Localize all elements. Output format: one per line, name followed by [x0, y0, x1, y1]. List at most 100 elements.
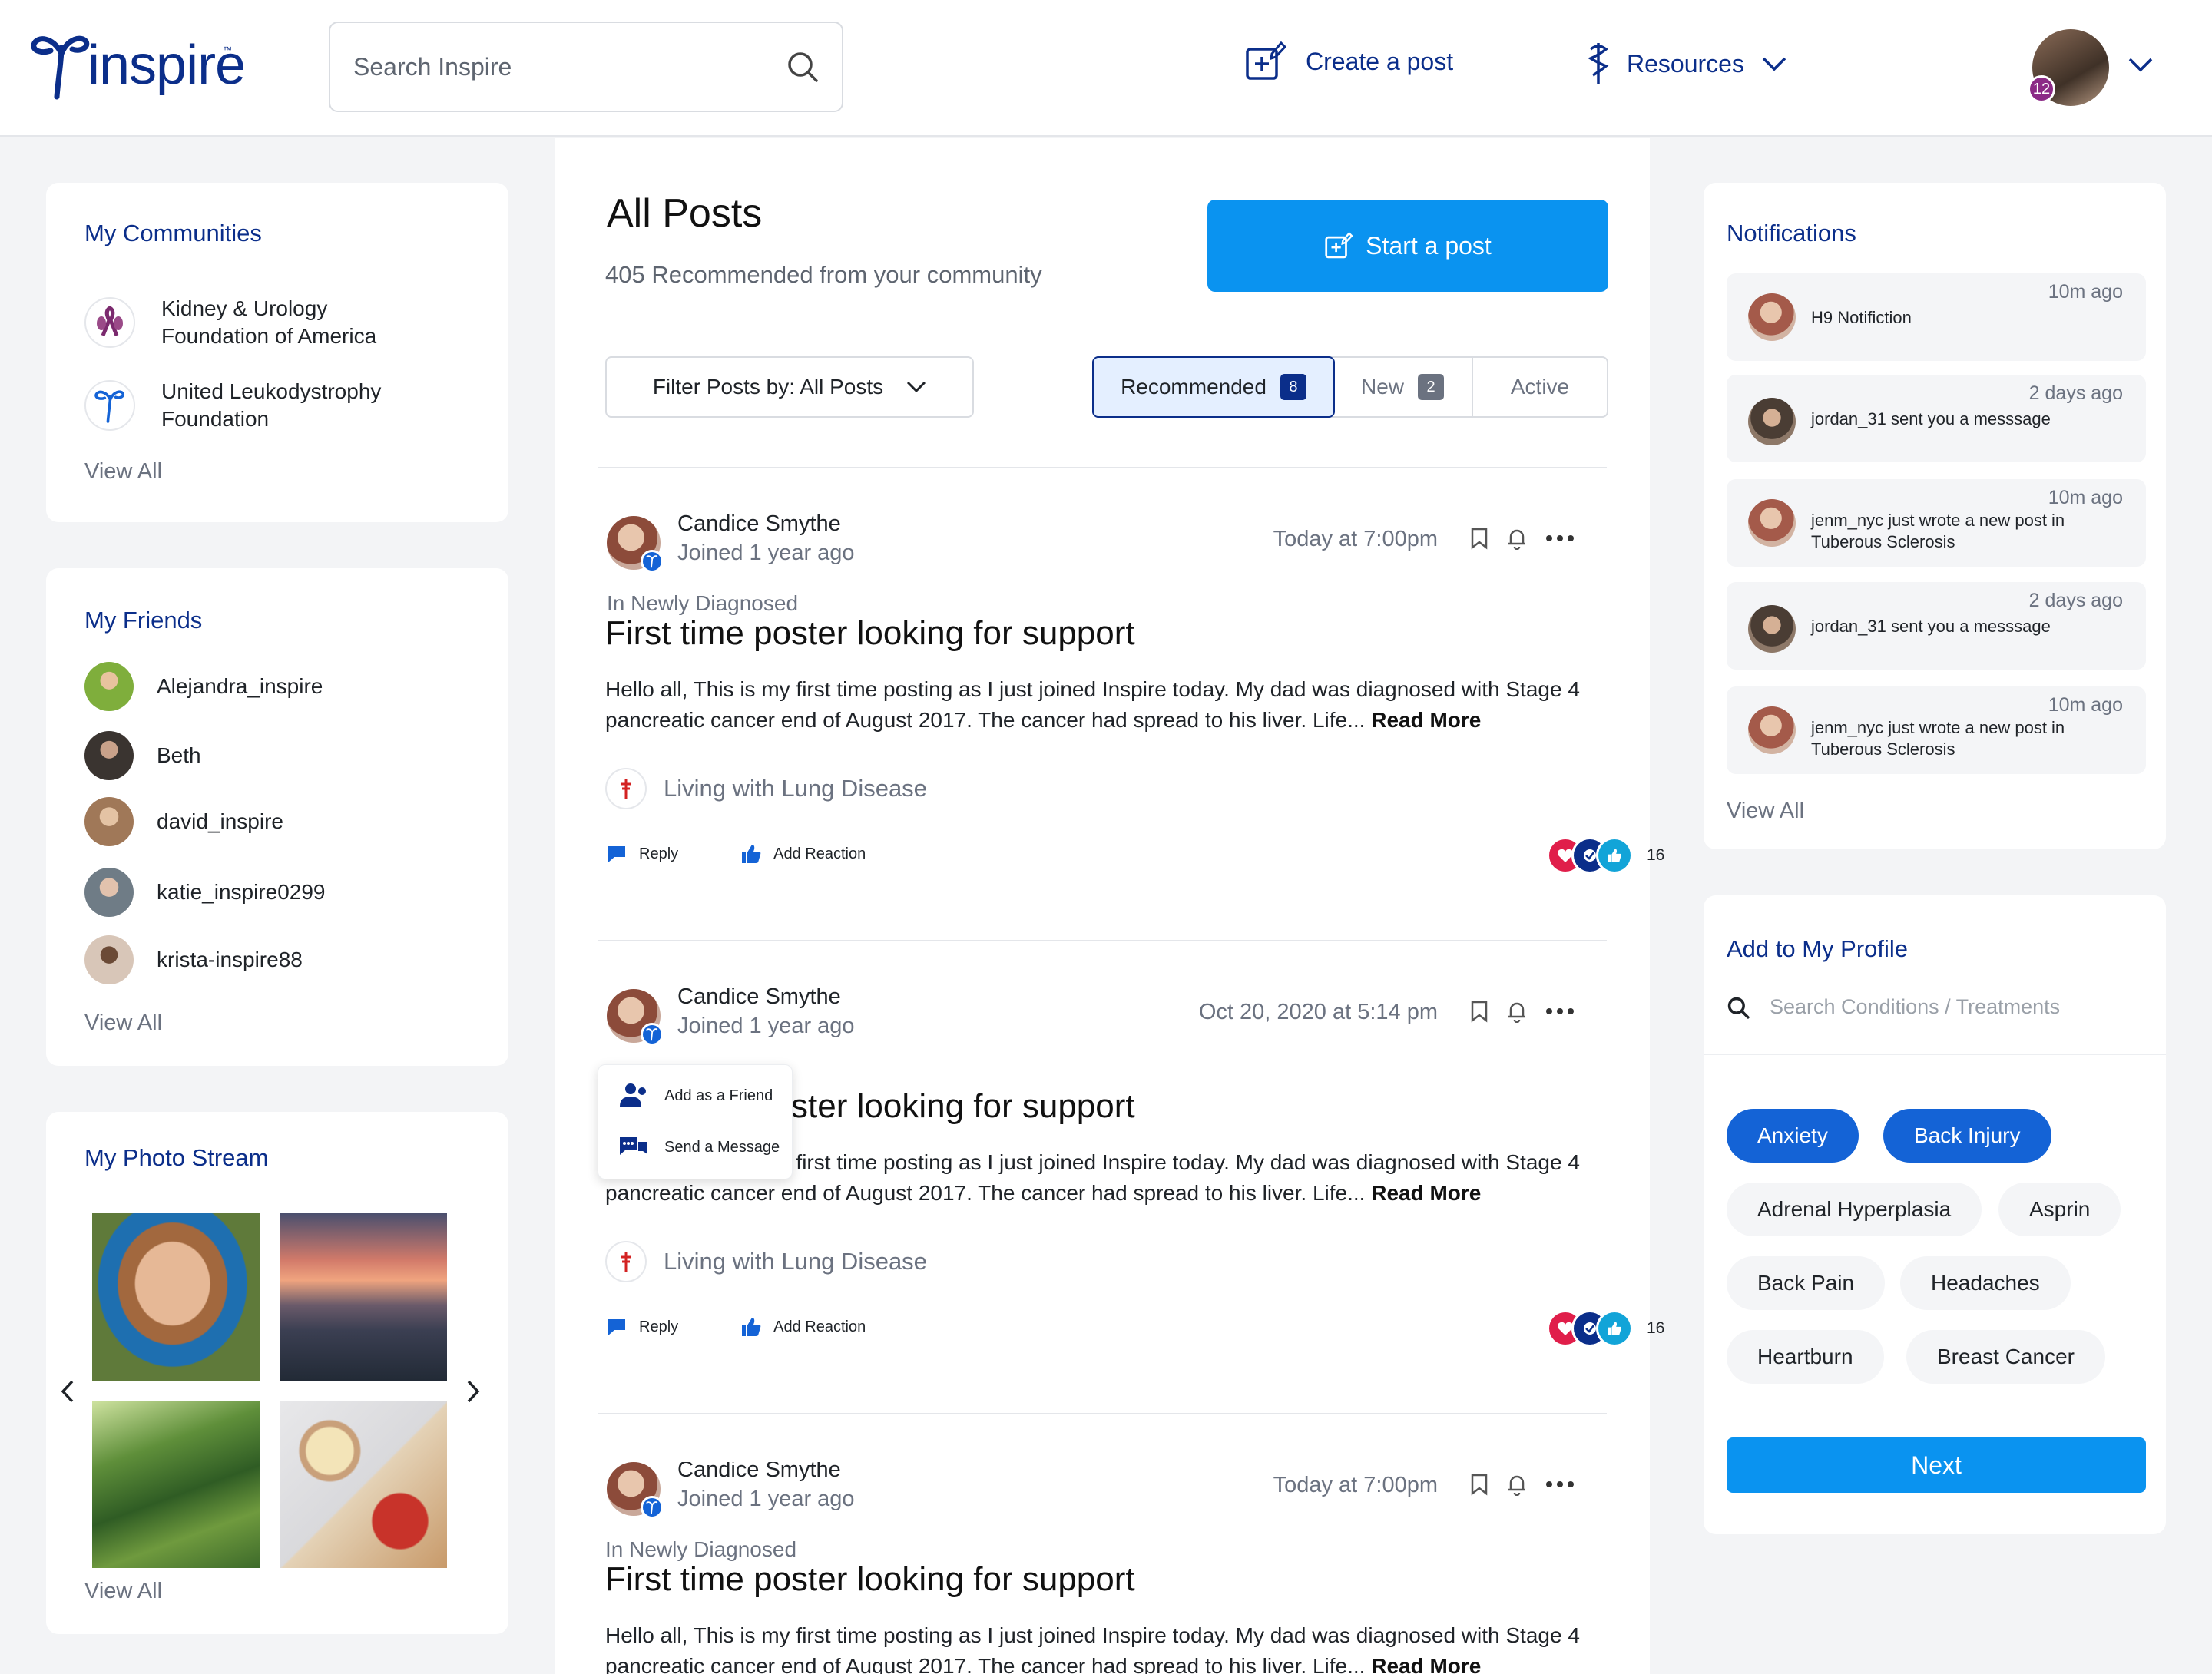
post-timestamp: Oct 20, 2020 at 5:14 pm	[1198, 1000, 1438, 1024]
chevron-left-icon[interactable]	[60, 1379, 75, 1404]
tab-active[interactable]: Active	[1473, 358, 1607, 416]
photos-view-all-link[interactable]: View All	[84, 1579, 162, 1604]
community-item[interactable]: United Leukodystrophy Foundation	[84, 378, 422, 433]
more-options-icon[interactable]	[1545, 534, 1575, 542]
add-to-profile-title: Add to My Profile	[1727, 935, 1909, 962]
chip-adrenal-hyperplasia[interactable]: Adrenal Hyperplasia	[1727, 1183, 1982, 1236]
bookmark-icon[interactable]	[1470, 1473, 1488, 1496]
reaction-summary[interactable]: 16	[1547, 837, 1664, 874]
chip-breast-cancer[interactable]: Breast Cancer	[1906, 1330, 2105, 1384]
chip-heartburn[interactable]: Heartburn	[1727, 1330, 1884, 1384]
post-title[interactable]: First time poster looking for support	[605, 614, 1135, 653]
add-reaction-button[interactable]: Add Reaction	[740, 1316, 866, 1338]
post-toolbar	[1470, 527, 1575, 550]
post-card: Candice Smythe Joined 1 year ago Today a…	[605, 511, 1664, 946]
author-name[interactable]: Candice Smythe	[677, 984, 841, 1010]
chevron-right-icon[interactable]	[465, 1379, 481, 1404]
bookmark-icon[interactable]	[1470, 1000, 1488, 1023]
author-name[interactable]: Candice Smythe	[677, 1462, 841, 1483]
post-actions: Reply Add Reaction	[605, 843, 866, 865]
add-reaction-label: Add Reaction	[773, 1318, 866, 1335]
reaction-count: 16	[1647, 846, 1665, 864]
inspire-logo[interactable]: inspire ™	[31, 31, 246, 100]
photo-apples[interactable]	[280, 1401, 447, 1568]
notification-item[interactable]: 10m ago jenm_nyc just wrote a new post i…	[1727, 686, 2146, 774]
post-toolbar	[1470, 1473, 1575, 1496]
feed-divider	[598, 940, 1607, 941]
reply-button[interactable]: Reply	[605, 843, 678, 865]
friend-avatar	[84, 662, 134, 711]
friend-name: katie_inspire0299	[157, 880, 326, 904]
notifications-view-all-link[interactable]: View All	[1727, 799, 1804, 824]
conditions-search-placeholder: Search Conditions / Treatments	[1770, 995, 2061, 1018]
friend-item[interactable]: david_inspire	[84, 797, 283, 846]
bookmark-icon[interactable]	[1470, 527, 1488, 550]
add-to-profile-card: Add to My Profile Search Conditions / Tr…	[1704, 895, 2166, 1534]
more-options-icon[interactable]	[1545, 1480, 1575, 1488]
start-post-button[interactable]: Start a post	[1207, 200, 1608, 292]
create-post-icon	[1325, 231, 1353, 259]
chip-headaches[interactable]: Headaches	[1900, 1256, 2071, 1310]
friend-item[interactable]: katie_inspire0299	[84, 868, 326, 917]
chip-back-injury[interactable]: Back Injury	[1883, 1109, 2051, 1163]
photo-woman-smiling[interactable]	[92, 1213, 260, 1381]
search-icon[interactable]	[786, 51, 819, 83]
chevron-down-icon	[907, 381, 926, 393]
resources-menu[interactable]: Resources	[1587, 41, 1787, 86]
chip-asprin[interactable]: Asprin	[1998, 1183, 2121, 1236]
add-reaction-button[interactable]: Add Reaction	[740, 843, 866, 865]
photo-sunset-beach[interactable]	[280, 1213, 447, 1381]
friends-view-all-link[interactable]: View All	[84, 1011, 162, 1036]
friend-item[interactable]: Beth	[84, 731, 201, 780]
photo-forest[interactable]	[92, 1401, 260, 1568]
post-topic-tag[interactable]: Living with Lung Disease	[605, 1241, 927, 1282]
author-name[interactable]: Candice Smythe	[677, 511, 841, 537]
friend-item[interactable]: krista-inspire88	[84, 935, 303, 984]
reply-label: Reply	[639, 1318, 679, 1335]
chip-anxiety[interactable]: Anxiety	[1727, 1109, 1859, 1163]
friend-item[interactable]: Alejandra_inspire	[84, 662, 323, 711]
user-avatar[interactable]: 12	[2028, 29, 2109, 106]
post-topic-tag[interactable]: Living with Lung Disease	[605, 768, 927, 809]
create-post-icon	[1246, 41, 1287, 80]
notification-item[interactable]: 2 days ago jordan_31 sent you a messsage	[1727, 582, 2146, 670]
bell-icon[interactable]	[1505, 1000, 1528, 1023]
post-community[interactable]: In Newly Diagnosed	[605, 1537, 796, 1562]
notification-text: jenm_nyc just wrote a new post in Tubero…	[1811, 511, 2065, 551]
communities-view-all-link[interactable]: View All	[84, 459, 162, 485]
my-photo-stream-card: My Photo Stream View All	[46, 1112, 508, 1634]
inspire-logo-icon	[84, 380, 135, 431]
post-community[interactable]: In Newly Diagnosed	[607, 591, 798, 616]
tab-new[interactable]: New 2	[1333, 358, 1473, 416]
chip-back-pain[interactable]: Back Pain	[1727, 1256, 1886, 1310]
create-post-link[interactable]: Create a post	[1244, 40, 1453, 83]
friend-avatar	[84, 731, 134, 780]
account-menu-chevron-icon[interactable]	[2128, 57, 2154, 72]
next-button[interactable]: Next	[1727, 1437, 2146, 1493]
reply-button[interactable]: Reply	[605, 1316, 678, 1338]
add-friend-option[interactable]: Add as a Friend	[618, 1082, 773, 1110]
create-post-label: Create a post	[1306, 47, 1454, 75]
add-reaction-label: Add Reaction	[773, 845, 866, 862]
send-message-option[interactable]: Send a Message	[618, 1134, 780, 1160]
filter-posts-dropdown[interactable]: Filter Posts by: All Posts	[605, 356, 974, 418]
bell-icon[interactable]	[1505, 1473, 1528, 1496]
search-input[interactable]: Search Inspire	[329, 22, 843, 112]
read-more-link[interactable]: Read More	[1371, 708, 1481, 732]
notification-item[interactable]: 10m ago H9 Notifiction	[1727, 273, 2146, 361]
bell-icon[interactable]	[1505, 527, 1528, 550]
send-message-label: Send a Message	[664, 1138, 780, 1156]
reaction-summary[interactable]: 16	[1547, 1310, 1664, 1347]
community-item[interactable]: Kidney & Urology Foundation of America	[84, 295, 422, 350]
conditions-search-input[interactable]: Search Conditions / Treatments	[1727, 995, 2060, 1019]
read-more-link[interactable]: Read More	[1371, 1181, 1481, 1205]
notification-item[interactable]: 2 days ago jordan_31 sent you a messsage	[1727, 375, 2146, 462]
notification-item[interactable]: 10m ago jenm_nyc just wrote a new post i…	[1727, 479, 2146, 567]
post-title[interactable]: First time poster looking for support	[605, 1560, 1135, 1599]
tab-recommended[interactable]: Recommended 8	[1092, 356, 1335, 418]
logo-trademark: ™	[223, 45, 232, 55]
more-options-icon[interactable]	[1545, 1007, 1575, 1015]
read-more-link[interactable]: Read More	[1371, 1654, 1481, 1674]
post-sort-tabs: Recommended 8 New 2 Active	[1092, 356, 1608, 418]
reply-bubble-icon	[608, 846, 625, 862]
